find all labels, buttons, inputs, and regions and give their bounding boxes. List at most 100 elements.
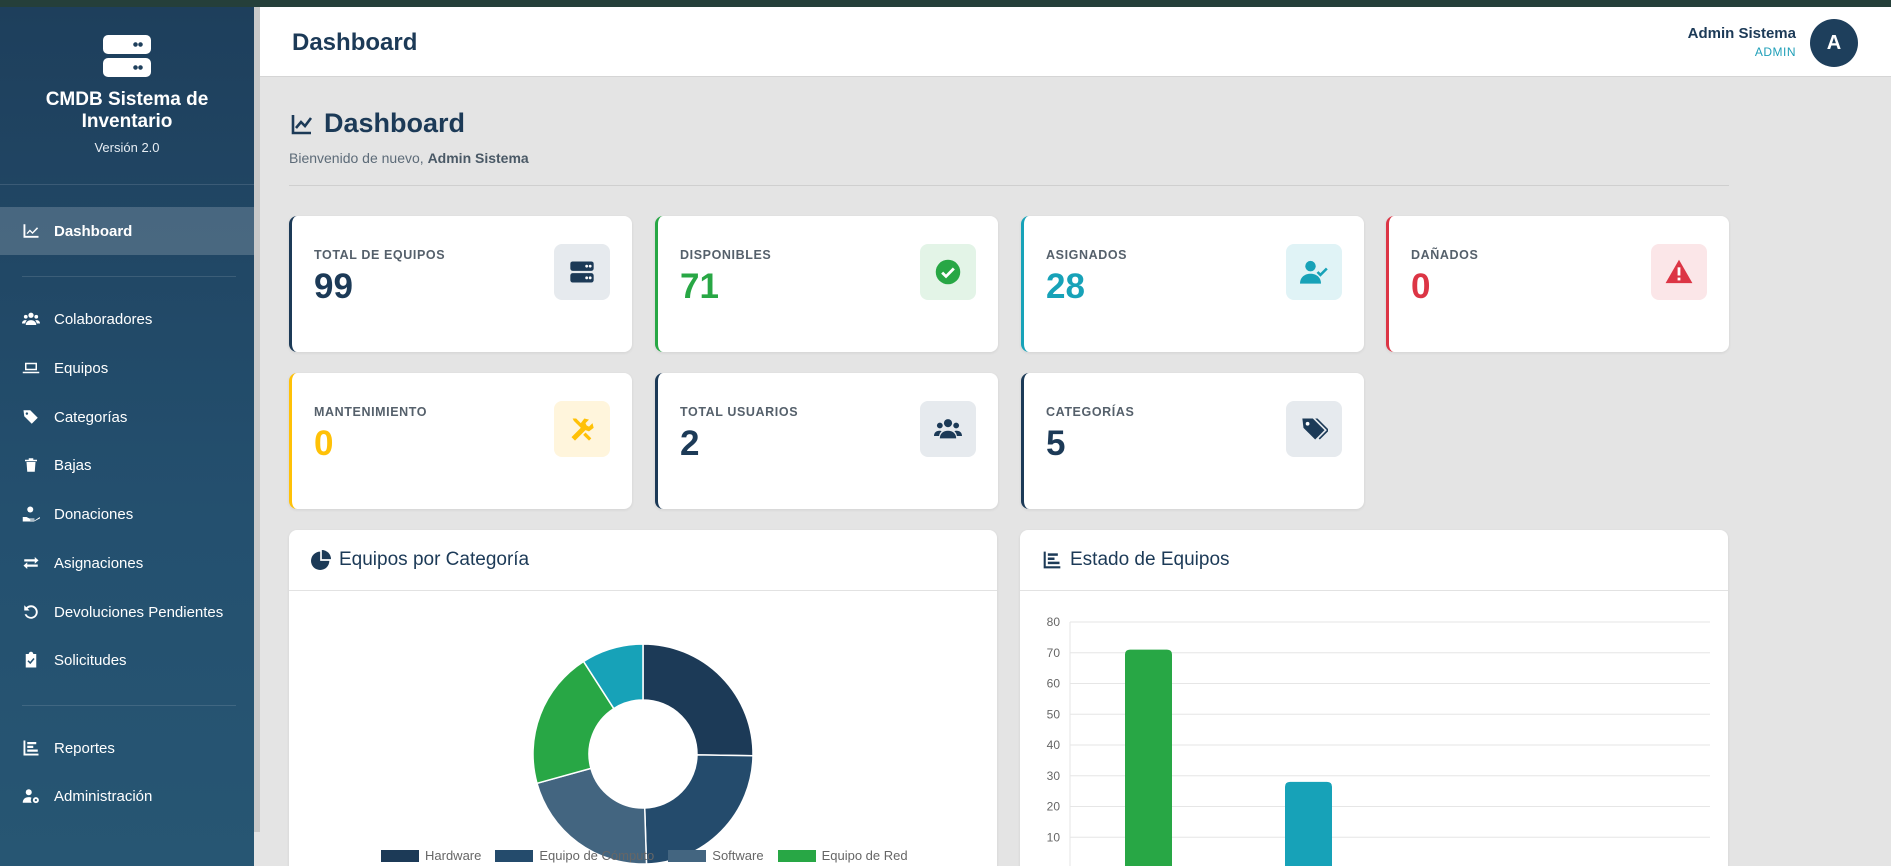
legend-swatch — [381, 849, 419, 862]
sidebar-item-bajas[interactable]: Bajas — [0, 441, 254, 489]
sidebar-item-dashboard[interactable]: Dashboard — [0, 207, 254, 255]
doughnut-chart — [532, 643, 754, 865]
y-tick-label: 30 — [1047, 769, 1061, 783]
bar-chart-panel: Estado de Equipos 10 20 30 40 50 60 70 80 — [1020, 530, 1728, 866]
legend-item[interactable]: Software — [668, 848, 764, 863]
user-name[interactable]: Admin Sistema — [1688, 25, 1796, 42]
y-tick-label: 10 — [1047, 830, 1061, 844]
sidebar-item-label: Bajas — [54, 456, 92, 474]
stat-card-disponibles: DISPONIBLES 71 — [655, 216, 998, 352]
sidebar-item-label: Donaciones — [54, 505, 134, 523]
y-tick-label: 20 — [1047, 800, 1061, 814]
legend-item[interactable]: Equipo de Red — [777, 848, 908, 863]
legend-swatch — [777, 849, 816, 862]
stat-card-label: DISPONIBLES — [680, 248, 772, 262]
exchange-icon — [20, 554, 42, 572]
sidebar-item-label: Administración — [54, 787, 153, 805]
undo-icon — [20, 603, 42, 621]
header-title: Dashboard — [292, 29, 418, 56]
laptop-icon — [20, 359, 42, 377]
window-top-strip — [0, 0, 1891, 7]
y-tick-label: 40 — [1047, 738, 1061, 752]
sidebar-divider — [22, 705, 236, 706]
stat-card-label: ASIGNADOS — [1046, 248, 1128, 262]
top-header: Dashboard Admin Sistema ADMIN A — [260, 7, 1891, 77]
legend-swatch — [668, 849, 707, 862]
bar-panel-title: Estado de Equipos — [1070, 549, 1230, 570]
page-title: Dashboard — [289, 108, 465, 139]
users-icon — [920, 401, 976, 457]
sidebar-item-asignaciones[interactable]: Asignaciones — [0, 539, 254, 587]
stat-card-total-de-equipos: TOTAL DE EQUIPOS 99 — [289, 216, 632, 352]
brand: CMDB Sistema de Inventario Versión 2.0 — [0, 7, 254, 185]
sidebar-scrollbar-track — [254, 832, 260, 866]
tools-icon — [554, 401, 610, 457]
welcome-user: Admin Sistema — [427, 150, 529, 166]
page-title-text: Dashboard — [324, 108, 466, 138]
stat-card-label: TOTAL DE EQUIPOS — [314, 248, 446, 262]
sidebar-item-label: Reportes — [54, 739, 115, 757]
sidebar-item-devoluciones-pendientes[interactable]: Devoluciones Pendientes — [0, 588, 254, 636]
legend-label: Equipo de Cómputo — [539, 848, 655, 863]
avatar[interactable]: A — [1810, 19, 1858, 67]
stat-card-value: 99 — [314, 267, 353, 306]
sidebar-item-label: Asignaciones — [54, 554, 144, 572]
stat-card-value: 0 — [314, 424, 334, 463]
sidebar-item-solicitudes[interactable]: Solicitudes — [0, 636, 254, 684]
legend-label: Hardware — [425, 848, 482, 863]
sidebar-item-label: Solicitudes — [54, 651, 127, 669]
sidebar-item-categorias[interactable]: Categorías — [0, 393, 254, 441]
app-title: CMDB Sistema de Inventario — [45, 89, 209, 132]
legend-item[interactable]: Equipo de Cómputo — [495, 848, 654, 863]
stat-card-value: 2 — [680, 424, 700, 463]
check-circle-icon — [920, 244, 976, 300]
bar[interactable] — [1285, 781, 1332, 866]
bar[interactable] — [1125, 649, 1172, 866]
y-tick-label: 60 — [1047, 677, 1061, 691]
users-icon — [20, 310, 42, 328]
welcome-prefix: Bienvenido de nuevo, — [289, 150, 424, 166]
sidebar-item-label: Colaboradores — [54, 310, 153, 328]
chart-line-icon — [20, 222, 42, 240]
stat-card-label: MANTENIMIENTO — [314, 405, 428, 419]
sidebar-item-label: Categorías — [54, 408, 128, 426]
legend-label: Equipo de Red — [821, 848, 908, 863]
stat-card-label: DAÑADOS — [1411, 248, 1479, 262]
sidebar-item-equipos[interactable]: Equipos — [0, 344, 254, 392]
user-cog-icon — [20, 787, 42, 805]
y-tick-label: 80 — [1047, 615, 1061, 629]
legend-label: Software — [712, 848, 764, 863]
warning-icon — [1651, 244, 1707, 300]
stat-card-label: CATEGORÍAS — [1046, 405, 1135, 419]
clipboard-check-icon — [20, 651, 42, 669]
chart-line-icon — [291, 114, 313, 134]
sidebar-item-label: Dashboard — [54, 222, 133, 240]
stat-card-categorias: CATEGORÍAS 5 — [1021, 373, 1364, 509]
sidebar-item-administracion[interactable]: Administración — [0, 772, 254, 820]
tags-icon — [20, 408, 42, 426]
stat-card-total-usuarios: TOTAL USUARIOS 2 — [655, 373, 998, 509]
stat-card-value: 71 — [680, 267, 719, 306]
server-icon — [103, 35, 151, 77]
server-icon — [554, 244, 610, 300]
legend-swatch — [495, 849, 534, 862]
welcome-text: Bienvenido de nuevo, Admin Sistema — [289, 150, 529, 166]
bar-panel-header: Estado de Equipos — [1020, 530, 1728, 591]
stat-card-mantenimiento: MANTENIMIENTO 0 — [289, 373, 632, 509]
divider — [289, 185, 1729, 186]
legend-item[interactable]: Hardware — [381, 848, 481, 863]
user-check-icon — [1286, 244, 1342, 300]
sidebar-item-reportes[interactable]: Reportes — [0, 724, 254, 772]
pie-slice[interactable] — [642, 643, 754, 757]
chart-bar-icon — [1043, 551, 1061, 569]
stat-card-value: 5 — [1046, 424, 1066, 463]
stat-card-asignados: ASIGNADOS 28 — [1021, 216, 1364, 352]
trash-icon — [20, 456, 42, 474]
user-role: ADMIN — [1754, 45, 1796, 59]
sidebar-item-donaciones[interactable]: Donaciones — [0, 490, 254, 538]
sidebar-scrollbar[interactable] — [254, 7, 260, 832]
pie-chart-panel: Equipos por Categoría Hardware Equipo de … — [289, 530, 997, 866]
sidebar-item-colaboradores[interactable]: Colaboradores — [0, 295, 254, 343]
pie-panel-title: Equipos por Categoría — [339, 549, 530, 570]
stat-card-danados: DAÑADOS 0 — [1386, 216, 1729, 352]
